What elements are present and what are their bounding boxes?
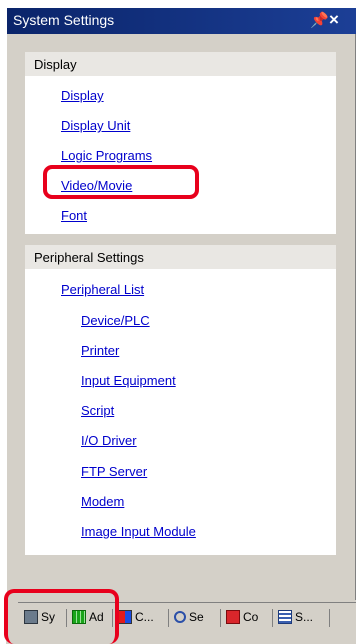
tab-search[interactable]: Se	[174, 605, 204, 629]
tab-label: Co	[243, 610, 259, 624]
display-group-header: Display	[25, 52, 336, 76]
link-modem[interactable]: Modem	[81, 494, 124, 509]
link-io-driver[interactable]: I/O Driver	[81, 433, 137, 448]
link-logic-programs[interactable]: Logic Programs	[61, 148, 152, 163]
link-script[interactable]: Script	[81, 403, 114, 418]
tab-separator	[168, 609, 169, 627]
search-icon	[174, 611, 186, 623]
peripheral-group-body	[25, 269, 336, 555]
peripheral-group-header: Peripheral Settings	[25, 245, 336, 269]
panel-titlebar[interactable]: System Settings 📌 ×	[7, 8, 356, 34]
tab-separator	[272, 609, 273, 627]
tab-common[interactable]: Co	[226, 605, 258, 629]
tab-label: S...	[295, 610, 314, 624]
close-icon[interactable]: ×	[329, 10, 339, 30]
link-ftp-server[interactable]: FTP Server	[81, 464, 147, 479]
tab-separator	[329, 609, 330, 627]
common-icon	[226, 610, 240, 624]
panel-title: System Settings	[13, 12, 115, 28]
link-display-unit[interactable]: Display Unit	[61, 118, 130, 133]
link-font[interactable]: Font	[61, 208, 87, 223]
link-input-equipment[interactable]: Input Equipment	[81, 373, 176, 388]
tab-separator	[220, 609, 221, 627]
color-palette-icon	[118, 610, 132, 624]
highlight-system-settings-tab	[4, 589, 119, 644]
pin-icon[interactable]: 📌	[310, 11, 329, 29]
link-device-plc[interactable]: Device/PLC	[81, 313, 150, 328]
tab-label: Se	[189, 610, 204, 624]
link-printer[interactable]: Printer	[81, 343, 119, 358]
highlight-video-movie	[43, 165, 199, 199]
display-group-label: Display	[34, 57, 77, 72]
tab-screen-list[interactable]: S...	[278, 605, 313, 629]
tab-label: C...	[135, 610, 154, 624]
link-image-input-module[interactable]: Image Input Module	[81, 524, 196, 539]
link-display[interactable]: Display	[61, 88, 104, 103]
screen-list-icon	[278, 610, 292, 624]
link-peripheral-list[interactable]: Peripheral List	[61, 282, 144, 297]
tab-color[interactable]: C...	[118, 605, 154, 629]
peripheral-group-label: Peripheral Settings	[34, 250, 144, 265]
